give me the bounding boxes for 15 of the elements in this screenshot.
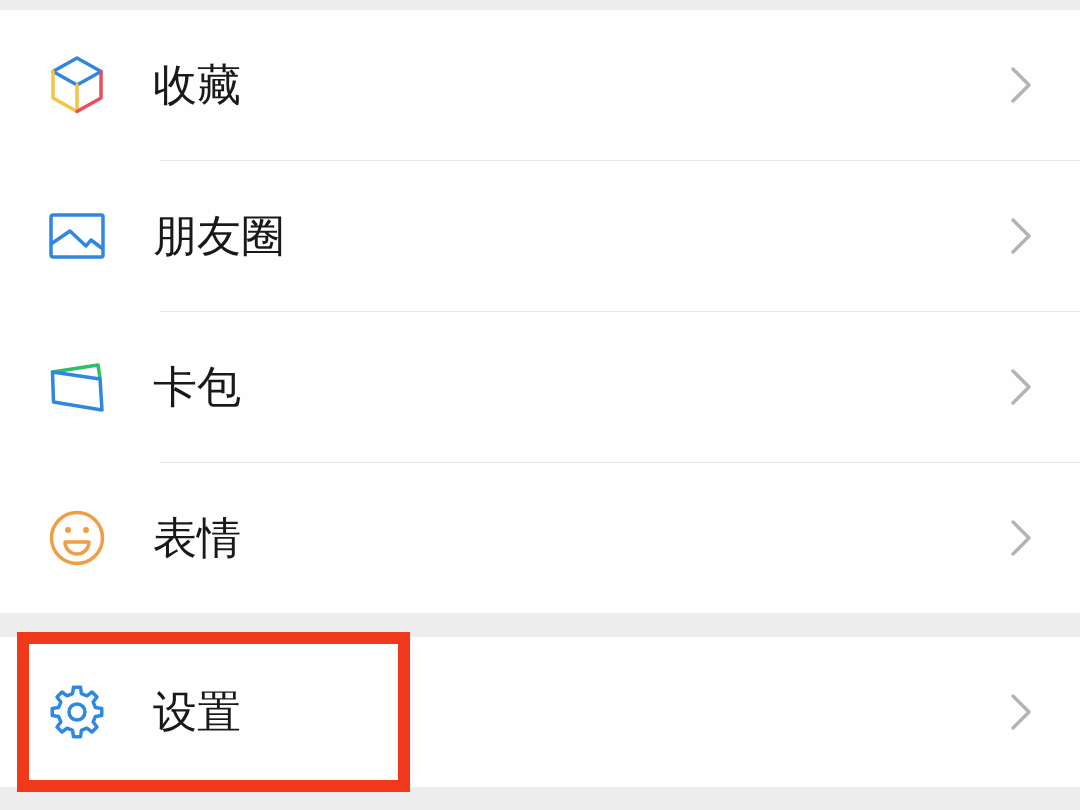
cube-icon bbox=[50, 56, 104, 114]
smiley-icon bbox=[49, 510, 105, 566]
chevron-icon bbox=[1010, 519, 1032, 557]
picture-icon bbox=[49, 213, 105, 259]
chevron-icon bbox=[1010, 368, 1032, 406]
chevron-icon bbox=[1010, 217, 1032, 255]
menu-item[interactable]: 设置 bbox=[0, 637, 1080, 787]
menu-item[interactable]: 朋友圈 bbox=[0, 161, 1080, 311]
settings-icon bbox=[49, 684, 105, 740]
chevron-icon bbox=[1010, 66, 1032, 104]
chevron-icon bbox=[1010, 693, 1032, 731]
card-icon bbox=[50, 362, 104, 412]
menu-item[interactable]: 卡包 bbox=[0, 312, 1080, 462]
menu-item[interactable]: 表情 bbox=[0, 463, 1080, 613]
menu-item[interactable]: 收藏 bbox=[0, 10, 1080, 160]
